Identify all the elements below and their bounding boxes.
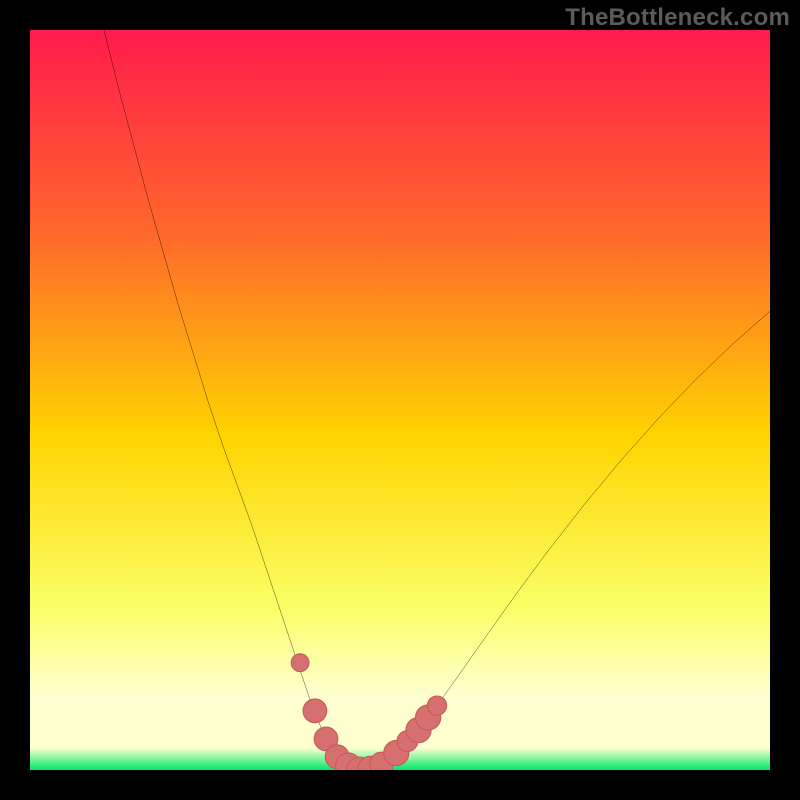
curve-marker <box>303 699 327 723</box>
bottleneck-plot <box>30 30 770 770</box>
curve-marker <box>291 654 309 672</box>
curve-marker <box>427 696 446 715</box>
watermark-text: TheBottleneck.com <box>565 4 790 32</box>
chart-frame: TheBottleneck.com <box>0 0 800 800</box>
heat-gradient-bg <box>30 30 770 770</box>
